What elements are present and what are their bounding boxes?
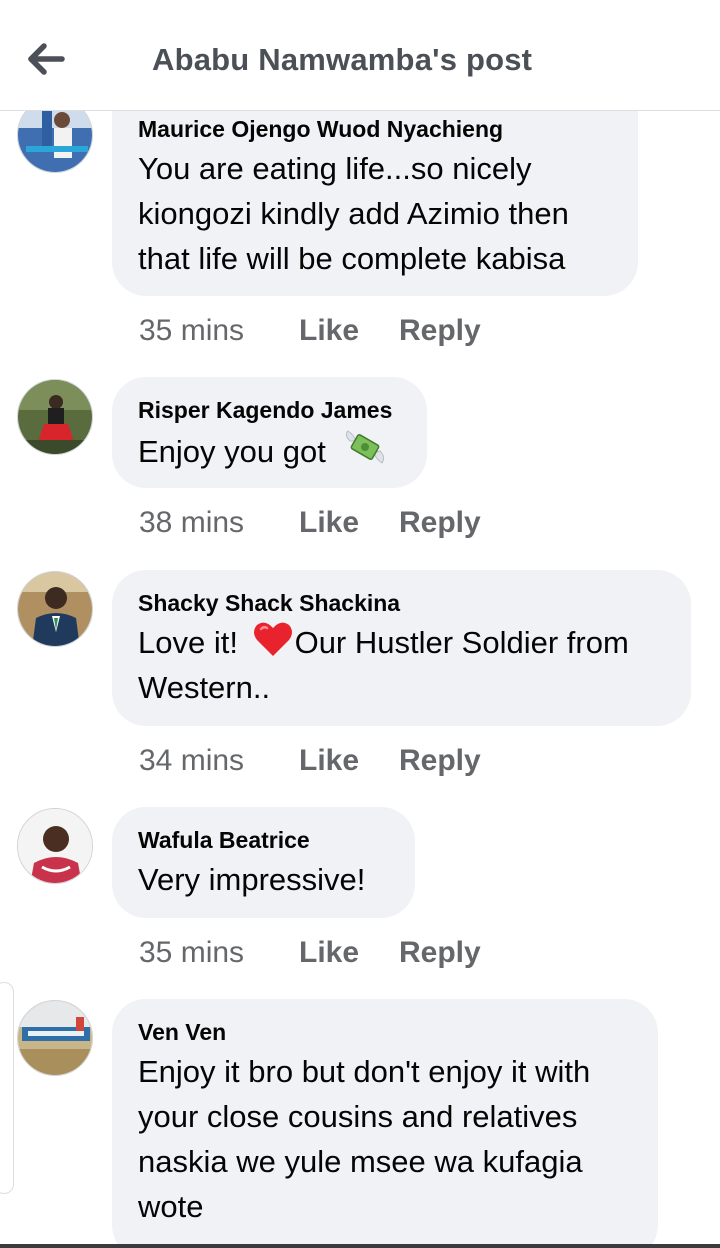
timestamp[interactable]: 34 mins — [139, 744, 299, 778]
comment-bubble: Shacky Shack Shackina Love it! Our Hustl… — [112, 570, 691, 726]
timestamp[interactable]: 38 mins — [139, 506, 299, 540]
money-with-wings-icon — [344, 427, 386, 481]
top-bar: Ababu Namwamba's post — [0, 0, 720, 111]
avatar[interactable] — [17, 1000, 93, 1076]
back-button[interactable] — [22, 38, 72, 82]
comment-text: Enjoy you got — [138, 427, 386, 481]
reply-button[interactable]: Reply — [399, 314, 481, 348]
comments-list: Maurice Ojengo Wuod Nyachieng You are ea… — [0, 111, 720, 1248]
like-button[interactable]: Like — [299, 314, 399, 348]
comment-text: Western.. — [138, 670, 271, 705]
page-title: Ababu Namwamba's post — [152, 42, 533, 77]
commenter-name[interactable]: Ven Ven — [138, 1019, 226, 1046]
red-heart-icon — [253, 620, 293, 670]
timestamp[interactable]: 35 mins — [139, 314, 299, 348]
back-arrow-icon — [28, 43, 65, 75]
commenter-name[interactable]: Maurice Ojengo Wuod Nyachieng — [138, 116, 503, 143]
comment-bubble: Wafula Beatrice Very impressive! — [112, 807, 415, 918]
like-button[interactable]: Like — [299, 936, 399, 970]
comment-text: Enjoy it bro but don't enjoy it with — [138, 1054, 591, 1089]
comment-text-line: Love it! — [138, 625, 238, 661]
comment-actions: 35 mins Like Reply — [139, 314, 481, 348]
comment-bubble: Maurice Ojengo Wuod Nyachieng You are ea… — [112, 111, 638, 296]
comment-actions: 34 mins Like Reply — [139, 744, 481, 778]
comment-bubble: Ven Ven Enjoy it bro but don't enjoy it … — [112, 999, 658, 1248]
avatar[interactable] — [17, 111, 93, 173]
reply-button[interactable]: Reply — [399, 744, 481, 778]
reply-button[interactable]: Reply — [399, 936, 481, 970]
comment-text: Very impressive! — [138, 862, 366, 897]
comment-text: Love it! Our Hustler Soldier from — [138, 620, 629, 670]
commenter-name[interactable]: Risper Kagendo James — [138, 397, 392, 424]
comment-text: kiongozi kindly add Azimio then — [138, 196, 569, 231]
like-button[interactable]: Like — [299, 744, 399, 778]
side-panel-edge — [0, 982, 14, 1194]
comment-actions: 38 mins Like Reply — [139, 506, 481, 540]
like-button[interactable]: Like — [299, 506, 399, 540]
commenter-name[interactable]: Shacky Shack Shackina — [138, 590, 400, 617]
avatar[interactable] — [17, 571, 93, 647]
comment-text-line: Our Hustler Soldier from — [294, 625, 629, 661]
bottom-divider — [0, 1244, 720, 1248]
reply-button[interactable]: Reply — [399, 506, 481, 540]
comment-text: naskia we yule msee wa kufagia — [138, 1144, 583, 1179]
comment-text: your close cousins and relatives — [138, 1099, 578, 1134]
comment-text-line: Enjoy you got — [138, 434, 326, 470]
comment-text: You are eating life...so nicely — [138, 151, 532, 186]
timestamp[interactable]: 35 mins — [139, 936, 299, 970]
avatar[interactable] — [17, 379, 93, 455]
avatar[interactable] — [17, 808, 93, 884]
comment-bubble: Risper Kagendo James Enjoy you got — [112, 377, 427, 488]
comment-actions: 35 mins Like Reply — [139, 936, 481, 970]
comment-text: wote — [138, 1189, 204, 1224]
commenter-name[interactable]: Wafula Beatrice — [138, 827, 310, 854]
comment-text: that life will be complete kabisa — [138, 241, 566, 276]
